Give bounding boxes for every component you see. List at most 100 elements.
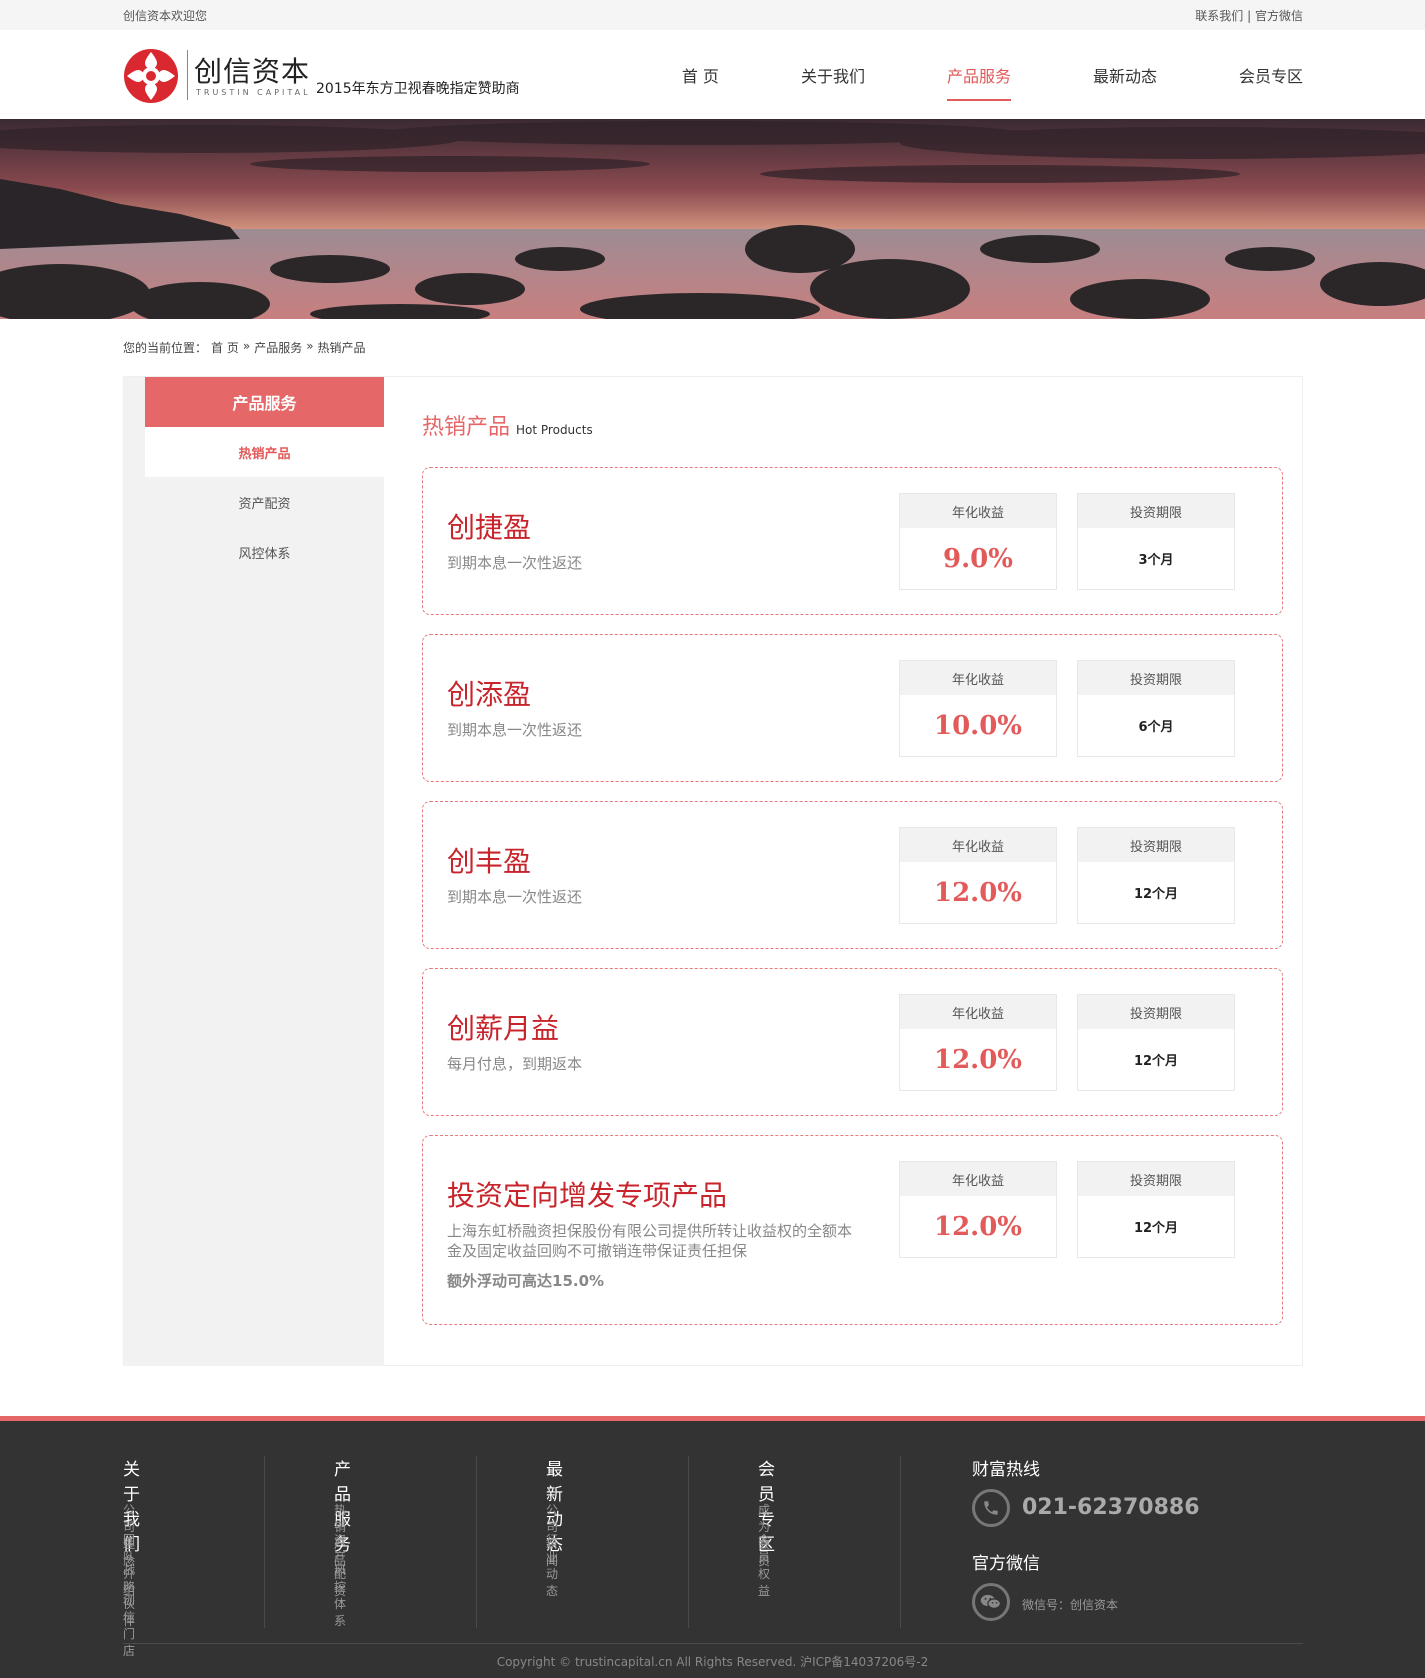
term-box: 投资期限 6个月 — [1077, 660, 1235, 757]
section-title-cn: 热销产品 — [422, 415, 511, 440]
rate-label: 年化收益 — [900, 828, 1056, 862]
breadcrumb-prefix: 您的当前位置： — [123, 341, 208, 355]
logo-text-cn: 创信资本 — [194, 55, 311, 88]
term-box: 投资期限 12个月 — [1077, 994, 1235, 1091]
breadcrumb-current: 热销产品 — [317, 341, 366, 355]
top-links: 联系我们 | 官方微信 — [1195, 7, 1303, 24]
breadcrumb: 您的当前位置： 首 页 » 产品服务 » 热销产品 — [123, 339, 1303, 359]
sidebar-item-risk-control[interactable]: 风控体系 — [145, 527, 384, 577]
term-value: 12个月 — [1133, 887, 1179, 902]
footer-link[interactable]: 行业动态 — [546, 1531, 558, 1599]
rate-box: 年化收益 12.0% — [899, 994, 1057, 1091]
section-title: 热销产品 Hot Products — [422, 409, 593, 441]
nav-news[interactable]: 最新动态 — [1093, 30, 1157, 119]
phone-icon — [972, 1489, 1010, 1527]
breadcrumb-home[interactable]: 首 页 — [211, 339, 239, 359]
rate-value: 9.0% — [943, 543, 1013, 574]
site-logo[interactable]: 创信资本 TRUSTIN CAPITAL 2015年东方卫视春晚指定赞助商 — [123, 44, 543, 106]
term-label: 投资期限 — [1078, 661, 1234, 695]
sidebar-item-hot-products[interactable]: 热销产品 — [145, 427, 384, 477]
product-card[interactable]: 创捷盈 到期本息一次性返还 年化收益 9.0% 投资期限 3个月 — [422, 467, 1283, 615]
wechat-title: 官方微信 — [972, 1554, 1040, 1574]
rate-box: 年化收益 9.0% — [899, 493, 1057, 590]
copyright: Copyright © trustincapital.cn All Rights… — [496, 1655, 929, 1669]
sidebar: 产品服务 热销产品 资产配资 风控体系 — [124, 377, 384, 1366]
term-value: 3个月 — [1138, 553, 1174, 568]
breadcrumb-separator: » — [306, 339, 314, 353]
product-desc: 到期本息一次性返还 — [447, 554, 583, 572]
product-name[interactable]: 创添盈 — [447, 673, 531, 713]
hotline-number[interactable]: 021-62370886 — [1022, 1495, 1200, 1520]
term-label: 投资期限 — [1078, 995, 1234, 1029]
rate-label: 年化收益 — [900, 1162, 1056, 1196]
logo-divider — [187, 50, 188, 100]
nav-about[interactable]: 关于我们 — [801, 30, 865, 119]
footer-link[interactable]: 风控体系 — [334, 1561, 346, 1629]
hero-banner — [0, 119, 1425, 319]
rate-box: 年化收益 12.0% — [899, 827, 1057, 924]
sidebar-item-asset-allocation[interactable]: 资产配资 — [145, 477, 384, 527]
main-content: 产品服务 热销产品 资产配资 风控体系 热销产品 Hot Products 创捷… — [123, 376, 1303, 1366]
product-card[interactable]: 创薪月益 每月付息，到期返本 年化收益 12.0% 投资期限 12个月 — [422, 968, 1283, 1116]
wechat-icon[interactable] — [972, 1583, 1010, 1621]
product-card[interactable]: 创丰盈 到期本息一次性返还 年化收益 12.0% 投资期限 12个月 — [422, 801, 1283, 949]
banner-image — [0, 119, 1425, 319]
top-links-separator: | — [1247, 8, 1252, 23]
footer-divider — [688, 1456, 689, 1628]
nav-members[interactable]: 会员专区 — [1239, 30, 1303, 119]
product-desc: 到期本息一次性返还 — [447, 888, 583, 906]
rate-value: 12.0% — [933, 1211, 1023, 1242]
product-name[interactable]: 创捷盈 — [447, 506, 531, 546]
footer-divider — [900, 1456, 901, 1628]
term-box: 投资期限 12个月 — [1077, 827, 1235, 924]
term-label: 投资期限 — [1078, 494, 1234, 528]
term-label: 投资期限 — [1078, 1162, 1234, 1196]
logo-mark-icon — [124, 49, 178, 103]
contact-link[interactable]: 联系我们 — [1195, 9, 1243, 23]
term-box: 投资期限 3个月 — [1077, 493, 1235, 590]
product-extra: 额外浮动可高达15.0% — [447, 1272, 605, 1290]
welcome-text: 创信资本欢迎您 — [123, 8, 208, 23]
rate-label: 年化收益 — [900, 661, 1056, 695]
term-label: 投资期限 — [1078, 828, 1234, 862]
top-bar: 创信资本欢迎您 联系我们 | 官方微信 — [0, 0, 1425, 30]
logo-slogan: 2015年东方卫视春晚指定赞助商 — [316, 81, 520, 97]
rate-box: 年化收益 12.0% — [899, 1161, 1057, 1258]
term-value: 6个月 — [1138, 720, 1174, 735]
rate-value: 12.0% — [933, 1044, 1023, 1075]
term-box: 投资期限 12个月 — [1077, 1161, 1235, 1258]
section-title-en: Hot Products — [516, 423, 593, 437]
product-name[interactable]: 创丰盈 — [447, 840, 531, 880]
term-value: 12个月 — [1133, 1054, 1179, 1069]
site-header: 创信资本 TRUSTIN CAPITAL 2015年东方卫视春晚指定赞助商 首 … — [0, 30, 1425, 119]
footer-link[interactable]: 会员权益 — [758, 1531, 770, 1599]
logo-text-en: TRUSTIN CAPITAL — [196, 88, 311, 97]
footer-divider-line — [123, 1643, 1303, 1644]
footer-contact: 财富热线 021-62370886 官方微信 微信号：创信资本 — [972, 1421, 1303, 1631]
sidebar-title: 产品服务 — [145, 377, 384, 427]
footer-link[interactable]: 创信门店 — [123, 1591, 135, 1659]
rate-value: 12.0% — [933, 877, 1023, 908]
rate-label: 年化收益 — [900, 494, 1056, 528]
hotline-title: 财富热线 — [972, 1460, 1040, 1480]
product-desc: 到期本息一次性返还 — [447, 721, 583, 739]
breadcrumb-products[interactable]: 产品服务 — [254, 339, 302, 359]
product-desc: 每月付息，到期返本 — [447, 1055, 583, 1073]
product-desc: 上海东虹桥融资担保股份有限公司提供所转让收益权的全额本金及固定收益回购不可撤销连… — [447, 1222, 853, 1260]
wechat-link[interactable]: 官方微信 — [1255, 9, 1303, 23]
footer-divider — [476, 1456, 477, 1628]
breadcrumb-separator: » — [242, 339, 251, 353]
product-name[interactable]: 投资定向增发专项产品 — [447, 1174, 727, 1214]
rate-box: 年化收益 10.0% — [899, 660, 1057, 757]
rate-value: 10.0% — [933, 710, 1023, 741]
main-nav: 首 页 关于我们 产品服务 最新动态 会员专区 — [600, 30, 1303, 119]
product-card[interactable]: 创添盈 到期本息一次性返还 年化收益 10.0% 投资期限 6个月 — [422, 634, 1283, 782]
site-footer: 关于我们 公司理念 团队介绍 战略伙伴 创信门店 产品服务 热销产品 资产配资 … — [0, 1416, 1425, 1678]
footer-divider — [264, 1456, 265, 1628]
nav-home[interactable]: 首 页 — [682, 30, 719, 119]
rate-label: 年化收益 — [900, 995, 1056, 1029]
product-card[interactable]: 投资定向增发专项产品 上海东虹桥融资担保股份有限公司提供所转让收益权的全额本金及… — [422, 1135, 1283, 1325]
wechat-id: 微信号：创信资本 — [1022, 1598, 1119, 1612]
nav-products[interactable]: 产品服务 — [946, 30, 1011, 119]
product-name[interactable]: 创薪月益 — [447, 1007, 559, 1047]
